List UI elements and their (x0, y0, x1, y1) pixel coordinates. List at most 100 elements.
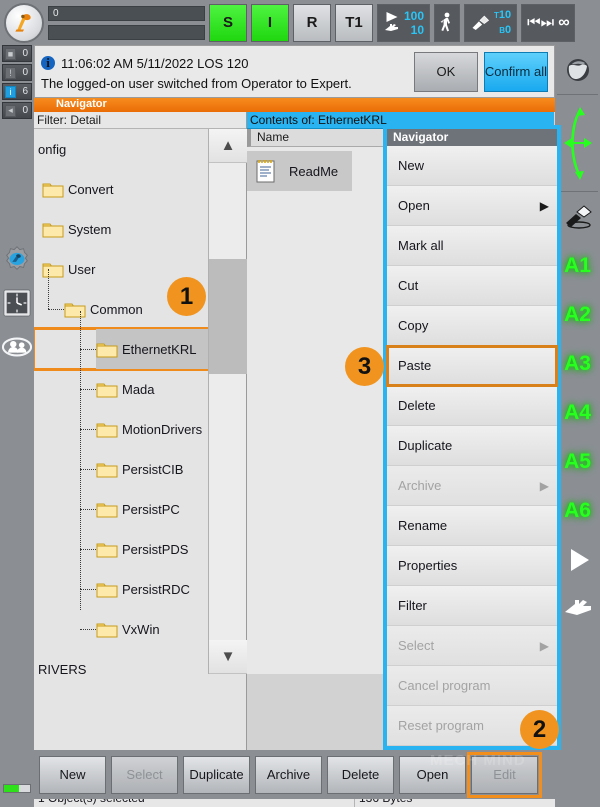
chevron-up-icon[interactable]: ▲ (209, 129, 247, 163)
folder-icon (96, 541, 118, 558)
menu-item-label: Delete (398, 398, 436, 413)
ok-button[interactable]: OK (413, 51, 478, 92)
context-menu: Navigator New Open ▶ Mark all Cut Copy P… (383, 125, 561, 750)
menu-item-delete[interactable]: Delete (387, 386, 557, 426)
axis-key-a1[interactable]: A1 (555, 241, 600, 290)
status-key-s[interactable]: S (209, 3, 247, 42)
file-selection[interactable]: ReadMe (247, 151, 353, 191)
message-badge-note[interactable]: ◂ 0 (2, 102, 32, 119)
folder-icon (42, 261, 64, 278)
menu-item-filter[interactable]: Filter (387, 586, 557, 626)
base-value: B0 (499, 23, 512, 36)
status-key-i[interactable]: I (251, 3, 289, 42)
clock-icon[interactable] (0, 281, 34, 325)
message-badge-error[interactable]: ■ 0 (2, 45, 32, 62)
notification-body: i 11:06:02 AM 5/11/2022 LOS 120 The logg… (35, 53, 414, 91)
globe-icon[interactable] (555, 45, 600, 94)
tree-item-label: VxWin (122, 621, 160, 637)
menu-item-label: Duplicate (398, 438, 453, 453)
menu-item-mark-all[interactable]: Mark all (387, 226, 557, 266)
folder-icon (96, 461, 118, 478)
folder-icon (42, 221, 64, 238)
chevron-down-icon[interactable]: ▼ (209, 640, 247, 674)
users-glyph (2, 337, 32, 357)
axis-key-a5[interactable]: A5 (555, 437, 600, 486)
archive-button[interactable]: Archive (255, 755, 322, 794)
menu-item-label: New (398, 158, 425, 173)
tree-scrollbar[interactable]: ▲ ▼ (208, 129, 247, 674)
menu-item-properties[interactable]: Properties (387, 546, 557, 586)
error-icon: ■ (5, 47, 16, 60)
context-menu-title: Navigator (387, 129, 557, 146)
hand-glyph (564, 599, 591, 615)
operating-mode-indicator[interactable] (434, 3, 461, 42)
message-badge-warning[interactable]: ! 0 (2, 64, 32, 81)
menu-item-paste[interactable]: Paste (386, 345, 558, 387)
new-button[interactable]: New (39, 755, 106, 794)
program-override-value: 100 (404, 8, 425, 23)
menu-item-select: Select ▶ (387, 626, 557, 666)
note-count: 0 (22, 105, 28, 116)
menu-item-label: Properties (398, 558, 458, 573)
status-key-r[interactable]: R (293, 3, 331, 42)
filter-label: Filter: Detail (34, 112, 246, 129)
callout-badge-3: 3 (345, 347, 384, 386)
menu-item-duplicate[interactable]: Duplicate (387, 426, 557, 466)
users-icon[interactable] (0, 325, 34, 369)
gear-robot-glyph (6, 246, 28, 270)
increment-indicator[interactable]: ⏮⏭ ∞ (521, 3, 575, 42)
kuka-robot-icon[interactable] (4, 2, 44, 43)
menu-item-rename[interactable]: Rename (387, 506, 557, 546)
tree-item-label: PersistPC (122, 501, 180, 517)
axis-key-a3[interactable]: A3 (555, 339, 600, 388)
submit-interpreter-bars: 0 (48, 4, 205, 42)
menu-item-copy[interactable]: Copy (387, 306, 557, 346)
tool-base-indicator[interactable]: T10 B0 (464, 3, 518, 42)
folder-icon (96, 581, 118, 598)
tree-item-label: PersistCIB (122, 461, 184, 477)
statebar-bottom (48, 24, 205, 40)
delete-button[interactable]: Delete (327, 755, 394, 794)
warning-icon: ! (5, 66, 16, 79)
confirm-all-button[interactable]: Confirm all (483, 51, 548, 92)
tree-item-label: EthernetKRL (122, 341, 197, 357)
menu-item-cancel-program: Cancel program (387, 666, 557, 706)
axis-key-a2[interactable]: A2 (555, 290, 600, 339)
jog-hand-icon[interactable] (555, 584, 600, 633)
message-badge-info[interactable]: i 6 (2, 83, 32, 100)
play-program-icon[interactable] (555, 535, 600, 584)
menu-item-open[interactable]: Open ▶ (387, 186, 557, 226)
tree-item-label: Mada (122, 381, 155, 397)
jog-override-value: 10 (410, 22, 425, 37)
jog-direction-icon[interactable] (555, 95, 600, 191)
folder-icon (96, 501, 118, 518)
globe-glyph (566, 58, 589, 81)
menu-item-cut[interactable]: Cut (387, 266, 557, 306)
menu-item-label: Filter (398, 598, 427, 613)
axis-key-a6[interactable]: A6 (555, 486, 600, 535)
override-indicator[interactable]: 100 10 (377, 3, 431, 42)
gear-robot-icon[interactable] (0, 237, 34, 281)
tree-item-label: User (68, 261, 96, 277)
tree-item-label: PersistPDS (122, 541, 189, 557)
open-button[interactable]: Open (399, 755, 466, 794)
status-key-t1[interactable]: T1 (335, 3, 373, 42)
callout-badge-1: 1 (167, 277, 206, 316)
scrollbar-thumb[interactable] (209, 259, 247, 374)
override-icons (383, 11, 400, 34)
directory-tree-pane: Filter: Detail onfig Convert System User… (34, 112, 247, 750)
tree-item-label: PersistRDC (122, 581, 190, 597)
folder-icon (42, 181, 64, 198)
menu-item-label: Reset program (398, 718, 484, 733)
edit-button[interactable]: Edit (467, 751, 542, 798)
drives-progress-bar (3, 784, 31, 793)
tool-coord-icon[interactable] (555, 192, 600, 241)
menu-item-new[interactable]: New (387, 146, 557, 186)
chevron-right-icon: ▶ (539, 478, 549, 493)
override-values: 100 10 (404, 9, 424, 37)
left-sidebar: ■ 0 ! 0 i 6 ◂ 0 (0, 45, 34, 799)
duplicate-button[interactable]: Duplicate (183, 755, 250, 794)
chevron-right-icon: ▶ (539, 638, 549, 653)
axis-key-a4[interactable]: A4 (555, 388, 600, 437)
note-icon: ◂ (5, 104, 16, 117)
